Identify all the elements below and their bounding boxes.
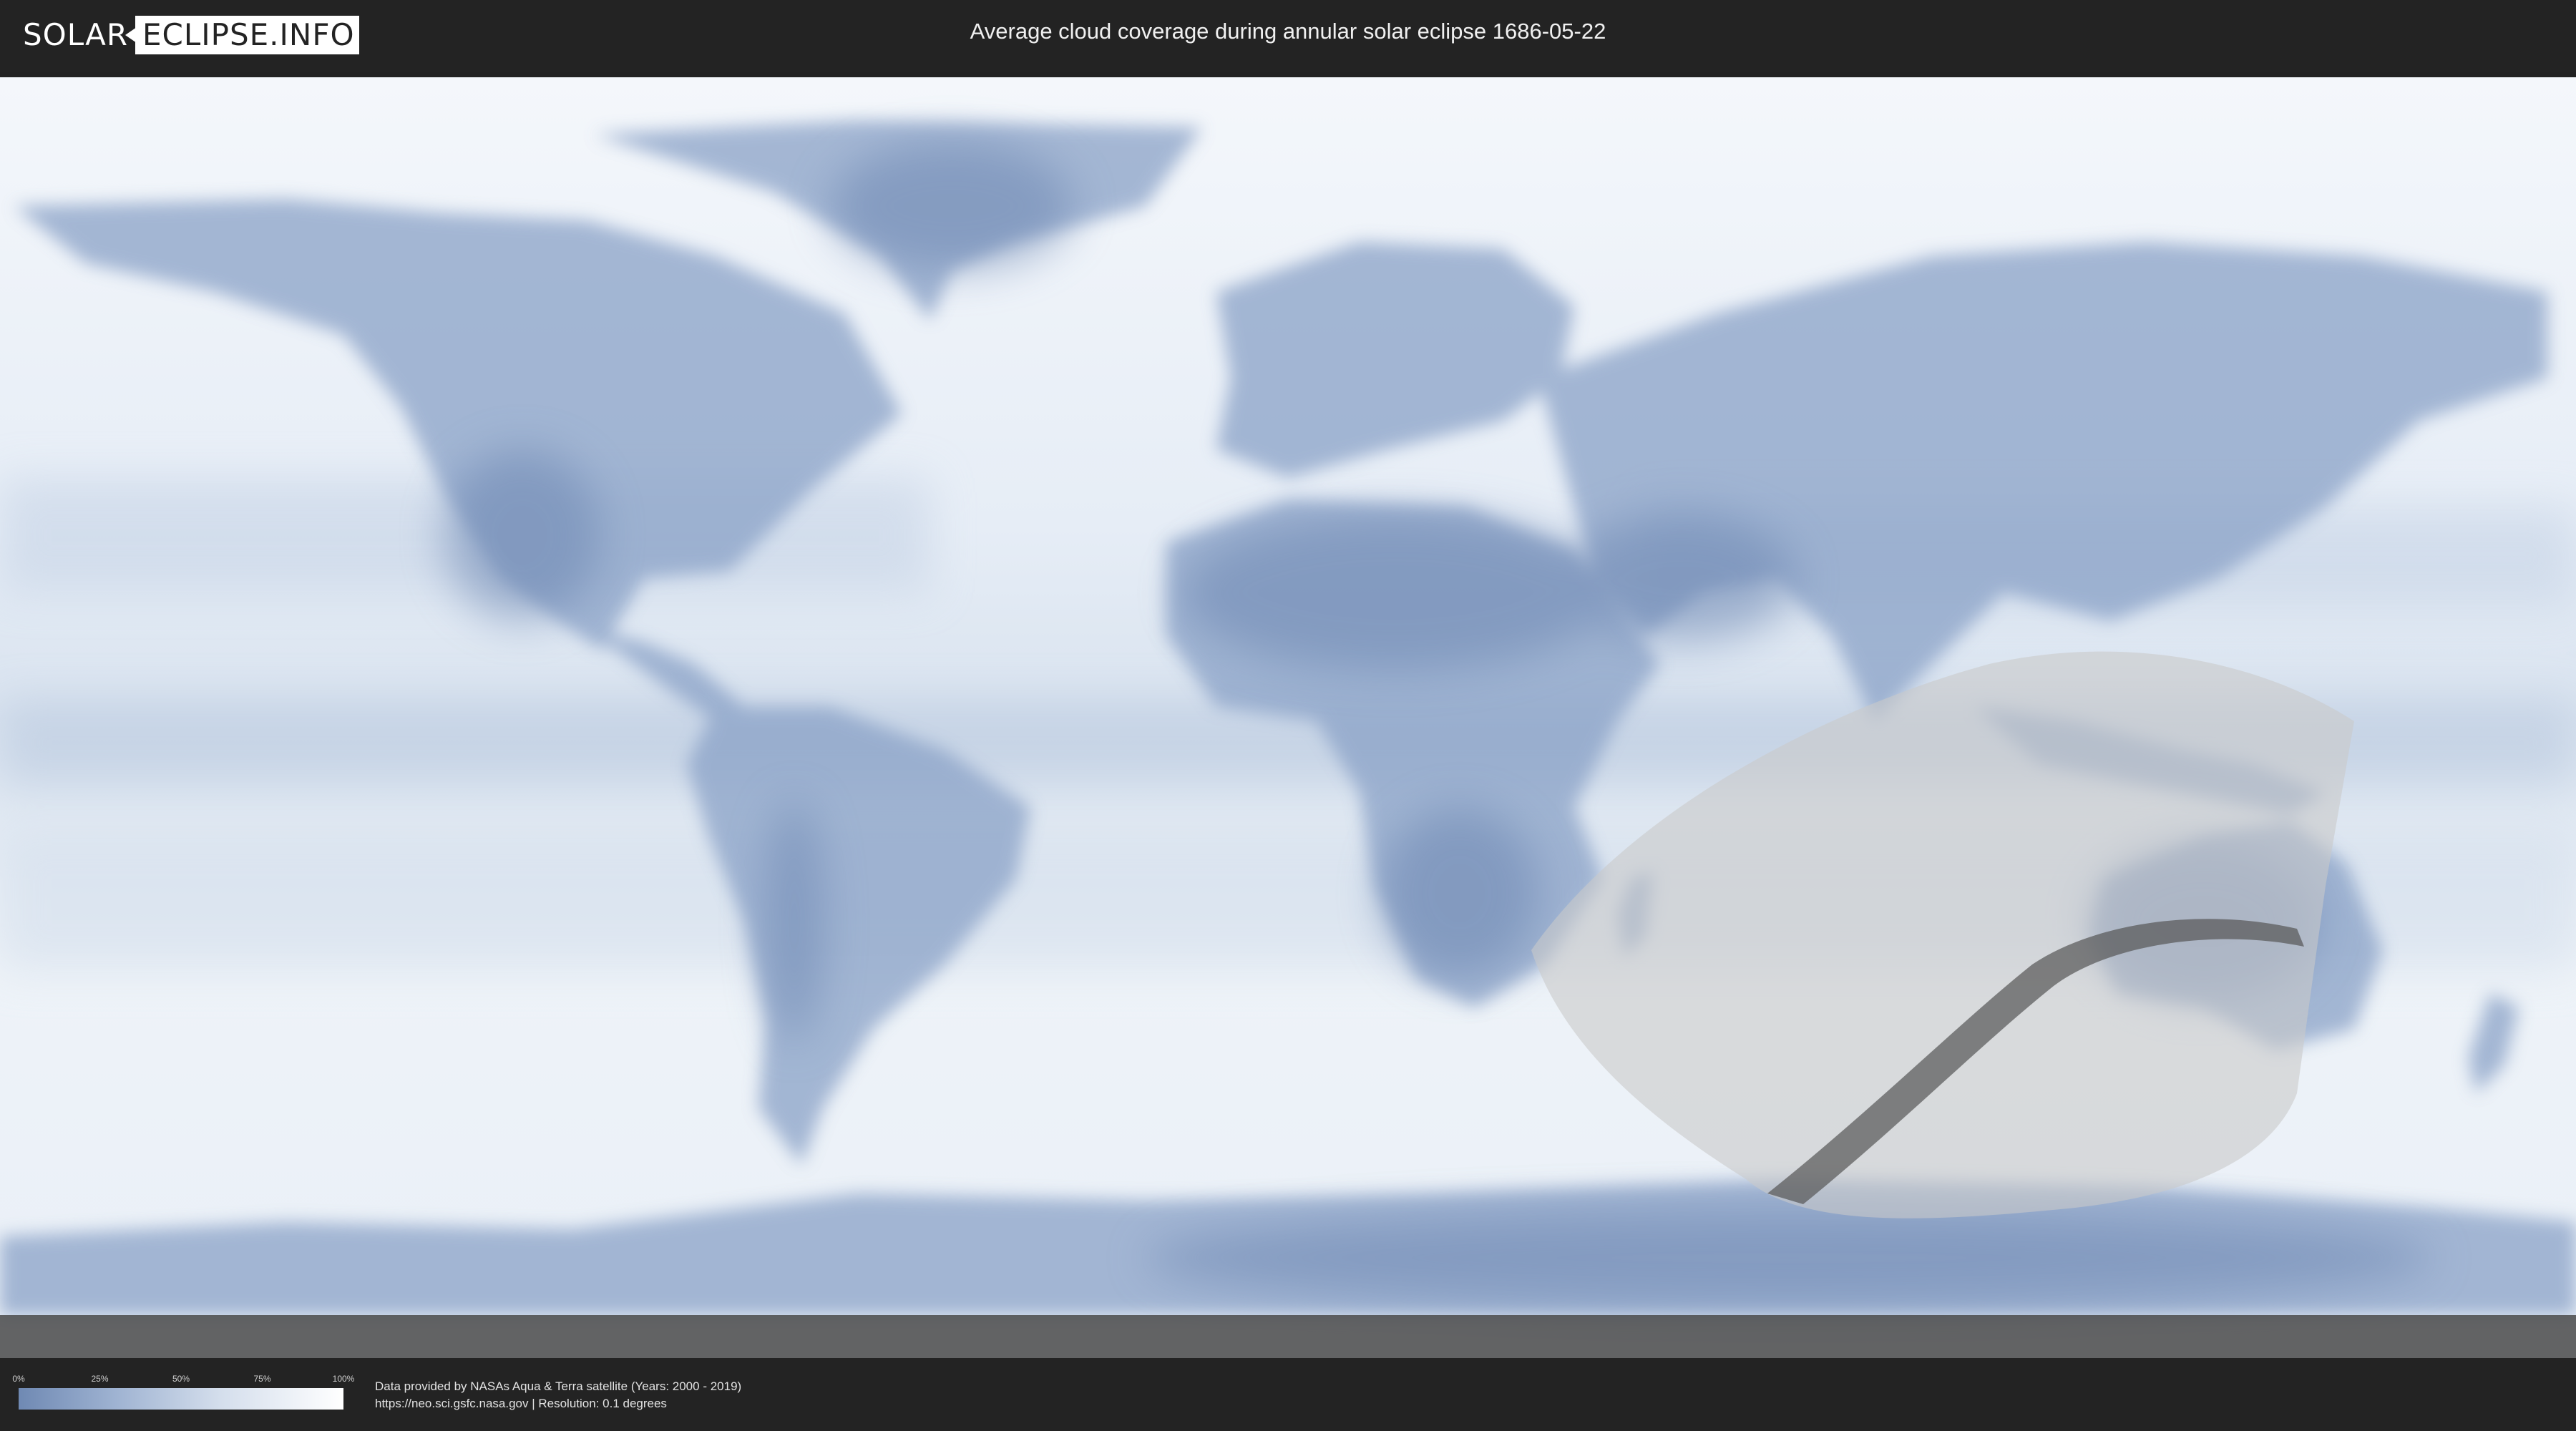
legend-tick-25: 25%: [91, 1374, 109, 1384]
header-bar: SOLAR ECLIPSE.INFO Average cloud coverag…: [0, 0, 2576, 72]
legend-tick-50: 50%: [172, 1374, 190, 1384]
page-title: Average cloud coverage during annular so…: [970, 19, 1606, 44]
legend-tick-100: 100%: [332, 1374, 355, 1384]
credits-line-source: Data provided by NASAs Aqua & Terra sate…: [375, 1379, 742, 1393]
data-credits: Data provided by NASAs Aqua & Terra sate…: [375, 1378, 741, 1412]
legend-ticks: 0% 25% 50% 75% 100%: [12, 1374, 354, 1387]
credits-line-url[interactable]: https://neo.sci.gsfc.nasa.gov | Resoluti…: [375, 1395, 741, 1412]
cloud-coverage-legend: 0% 25% 50% 75% 100%: [12, 1374, 354, 1410]
legend-tick-0: 0%: [12, 1374, 25, 1384]
legend-tick-75: 75%: [253, 1374, 271, 1384]
legend-gradient-bar: [19, 1388, 343, 1410]
map-bottom-shade: [0, 1315, 2576, 1358]
cloud-coverage-map: [0, 77, 2576, 1358]
footer-bar: 0% 25% 50% 75% 100% Data provided by NAS…: [0, 1358, 2576, 1431]
